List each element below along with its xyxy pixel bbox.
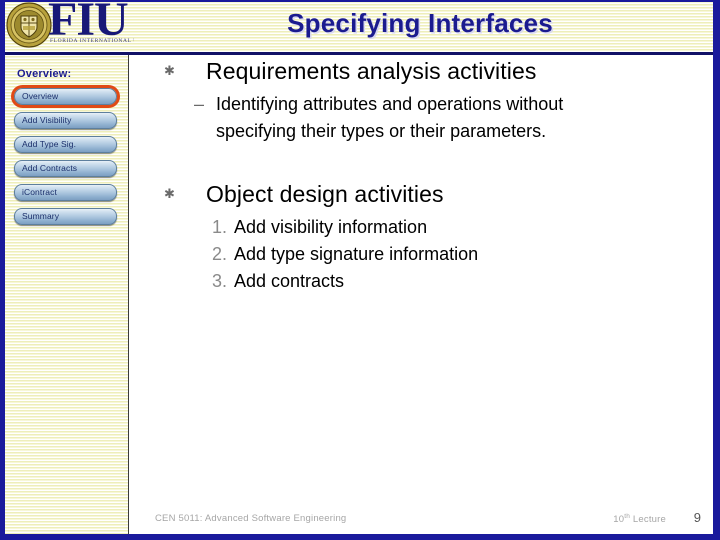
list-item: 1. Add visibility information	[212, 214, 713, 241]
list-item-number: 2.	[212, 244, 228, 264]
frame-edge-bottom	[0, 534, 720, 540]
list-item-number: 1.	[212, 217, 228, 237]
asterisk-bullet-icon: ✱	[164, 63, 175, 78]
sidebar-item-add-contracts[interactable]: Add Contracts	[14, 160, 117, 177]
sidebar-item-label: Add Type Sig.	[22, 139, 77, 149]
sidebar-item-label: Add Contracts	[22, 163, 78, 173]
fiu-subtitle: FLORIDA INTERNATIONAL UNIVERSITY	[50, 38, 134, 44]
dash-bullet-icon: –	[194, 94, 205, 114]
sidebar-item-label: iContract	[22, 187, 57, 197]
slide-content: ✱ Requirements analysis activities – Ide…	[130, 56, 713, 508]
sidebar-heading: Overview:	[17, 68, 72, 80]
list-item-text: Add contracts	[234, 271, 345, 291]
sidebar-item-label: Overview	[22, 91, 59, 101]
list-item-text: Add type signature information	[234, 244, 479, 264]
sidebar-item-icontract[interactable]: iContract	[14, 184, 117, 201]
list-item: 2. Add type signature information	[212, 241, 713, 268]
asterisk-bullet-icon: ✱	[164, 186, 175, 201]
footer-lecture-ordinal: th	[624, 513, 631, 520]
list-item-number: 3.	[212, 271, 228, 291]
sub-bullet-item: – Identifying attributes and operations …	[194, 91, 713, 145]
frame-edge-right	[713, 0, 720, 540]
section-heading: Object design activities	[206, 181, 444, 207]
frame-edge-left	[0, 0, 5, 540]
footer-course-label: CEN 5011: Advanced Software Engineering	[155, 513, 347, 524]
slide-canvas: FIU FLORIDA INTERNATIONAL UNIVERSITY Spe…	[0, 0, 720, 540]
sidebar-item-summary[interactable]: Summary	[14, 208, 117, 225]
footer-lecture-word: Lecture	[632, 514, 666, 526]
footer-lecture-label: 10th Lecture	[613, 513, 666, 525]
sidebar-item-label: Add Visibility	[22, 115, 72, 125]
numbered-list: 1. Add visibility information 2. Add typ…	[212, 214, 713, 295]
page-title: Specifying Interfaces	[287, 8, 553, 38]
section-heading: Requirements analysis activities	[206, 58, 537, 84]
bullet-section-object-design: ✱ Object design activities	[164, 179, 713, 209]
bullet-section-requirements: ✱ Requirements analysis activities	[164, 56, 713, 86]
header-divider-rule	[0, 52, 720, 55]
sidebar-item-overview[interactable]: Overview	[11, 85, 120, 108]
slide-footer: CEN 5011: Advanced Software Engineering …	[130, 510, 713, 530]
list-item: 3. Add contracts	[212, 268, 713, 295]
footer-lecture-number: 10	[613, 514, 625, 526]
sidebar: Overview: Overview Add Visibility Add Ty…	[5, 55, 129, 534]
sidebar-nav-list: Overview Add Visibility Add Type Sig. Ad…	[11, 85, 120, 232]
sub-bullet-text: Identifying attributes and operations wi…	[216, 94, 564, 141]
list-item-text: Add visibility information	[234, 217, 428, 237]
frame-edge-top	[0, 0, 720, 2]
university-seal-icon	[6, 2, 52, 48]
fiu-logo-block: FIU FLORIDA INTERNATIONAL UNIVERSITY	[2, 0, 134, 52]
sidebar-item-label: Summary	[22, 211, 60, 221]
sidebar-item-add-visibility[interactable]: Add Visibility	[14, 112, 117, 129]
sidebar-item-add-type-sig[interactable]: Add Type Sig.	[14, 136, 117, 153]
page-number: 9	[693, 510, 701, 525]
